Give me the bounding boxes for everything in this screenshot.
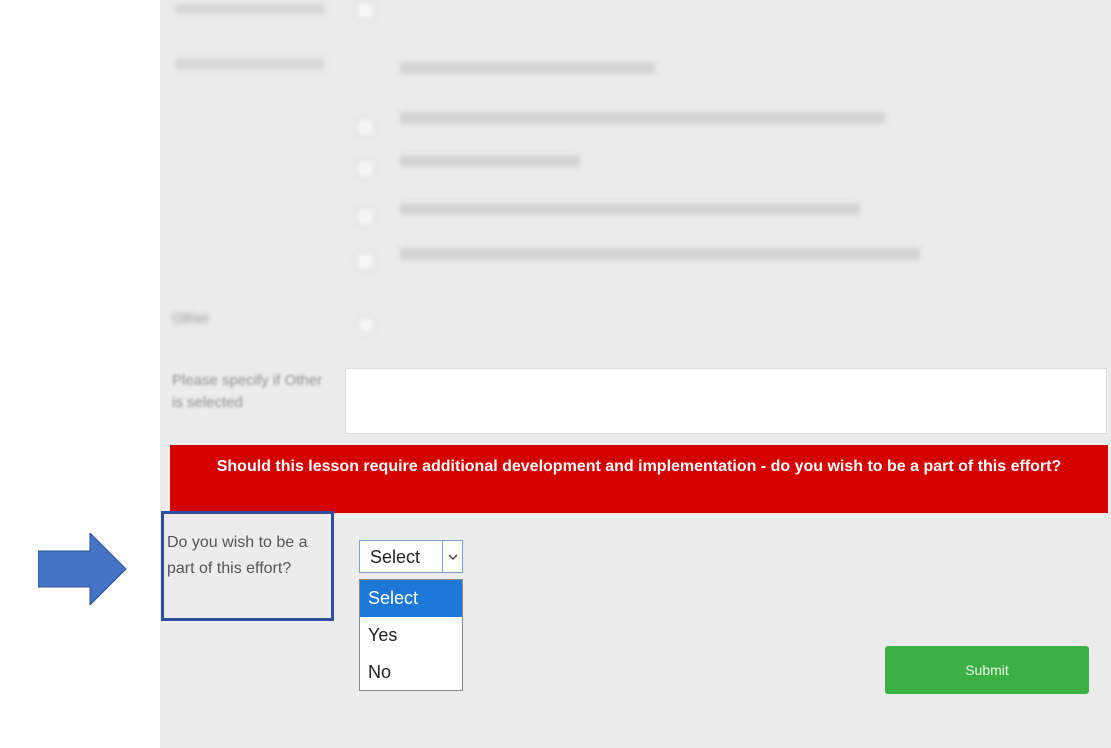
participation-select[interactable]: Select bbox=[359, 540, 463, 573]
option-select[interactable]: Select bbox=[360, 580, 462, 617]
select-dropdown: Select Yes No bbox=[359, 579, 463, 691]
chevron-down-icon[interactable] bbox=[442, 541, 462, 572]
right-arrow-icon bbox=[38, 533, 127, 605]
option-yes[interactable]: Yes bbox=[360, 617, 462, 654]
other-checkbox[interactable] bbox=[357, 316, 375, 334]
specify-label: Please specify if Other is selected bbox=[172, 372, 323, 411]
other-specify-input[interactable] bbox=[345, 368, 1107, 434]
highlight-box bbox=[161, 511, 334, 621]
effort-banner: Should this lesson require additional de… bbox=[170, 445, 1108, 513]
option-no[interactable]: No bbox=[360, 654, 462, 691]
other-label: Other bbox=[172, 310, 210, 327]
select-current-value: Select bbox=[370, 547, 421, 567]
submit-button[interactable]: Submit bbox=[885, 646, 1089, 694]
